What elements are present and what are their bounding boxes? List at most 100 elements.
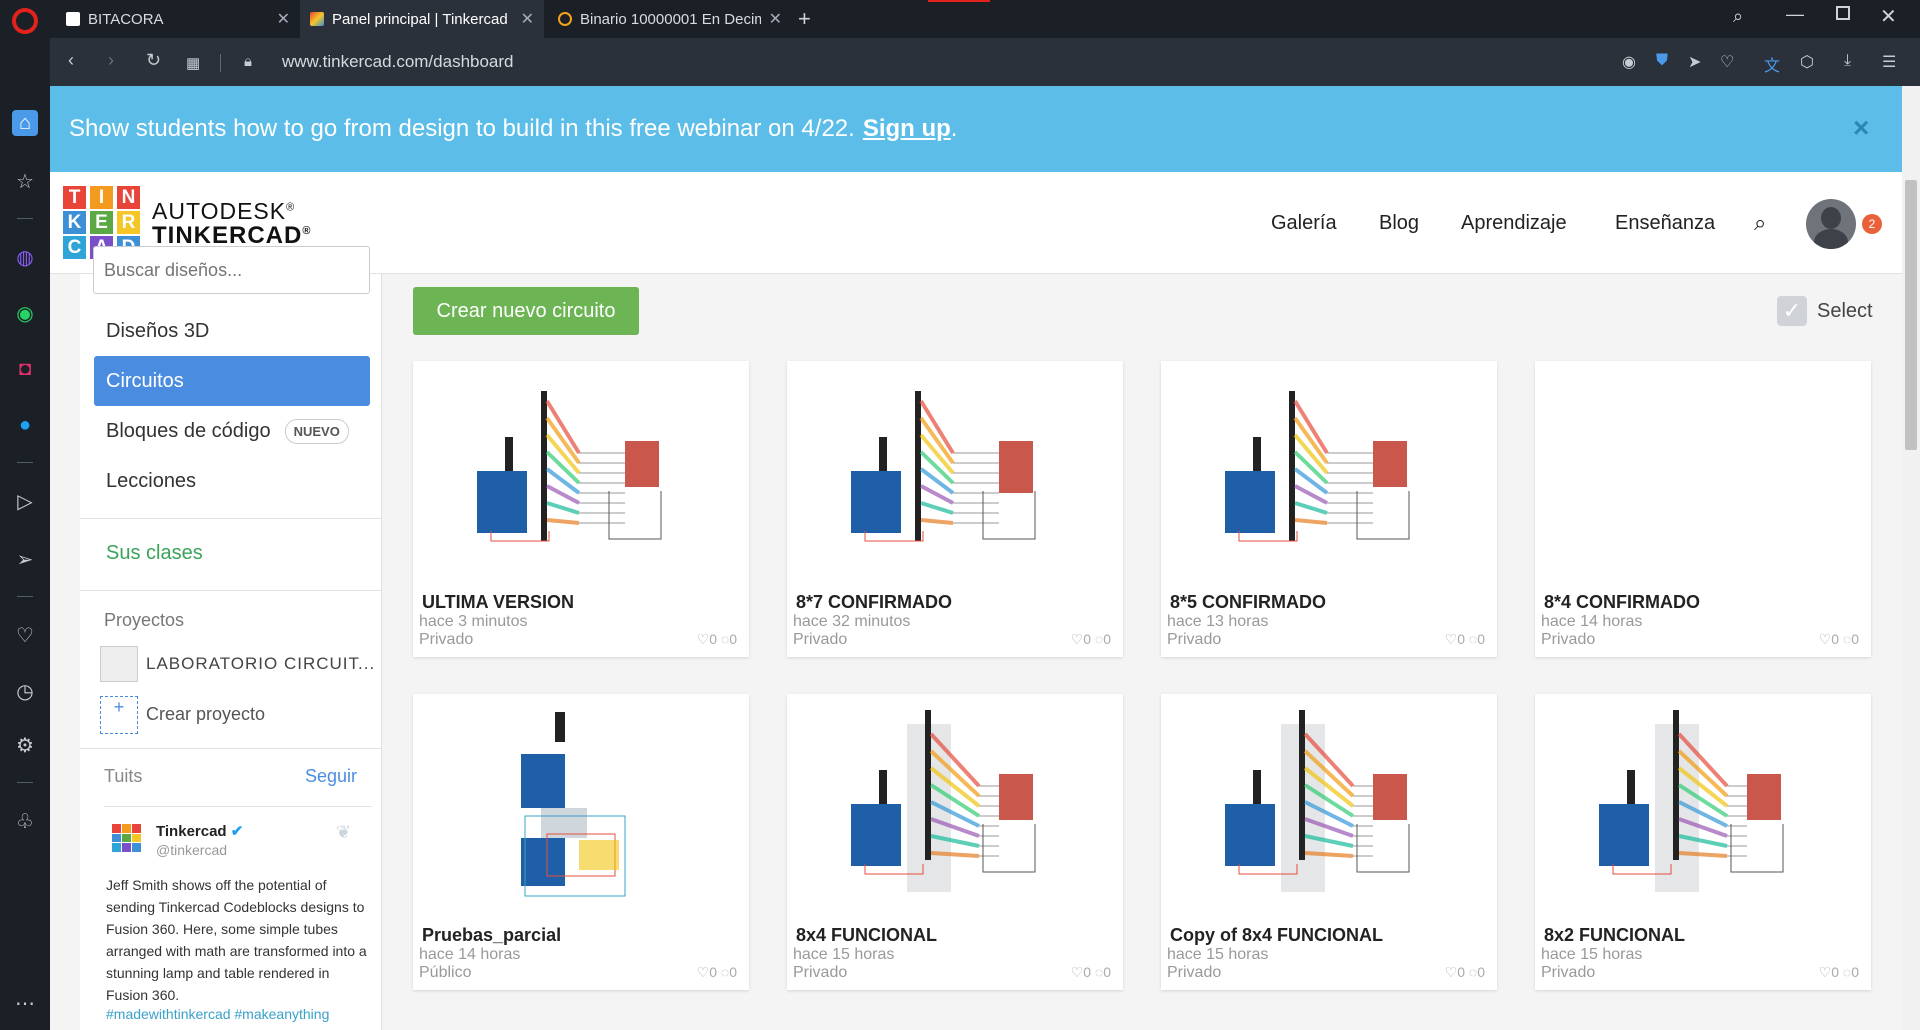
- design-card[interactable]: 8x2 FUNCIONAL hace 15 horas Privado ♡0 ◌0: [1535, 694, 1871, 990]
- notification-badge[interactable]: 2: [1862, 214, 1882, 234]
- checkbox-icon[interactable]: ✓: [1777, 296, 1807, 326]
- speed-dial-icon[interactable]: ☆: [12, 168, 38, 194]
- heart-icon[interactable]: ♡: [1071, 631, 1084, 647]
- card-title[interactable]: 8*5 CONFIRMADO: [1170, 592, 1326, 613]
- heart-icon[interactable]: ♡: [1071, 964, 1084, 980]
- tweet-hashtags[interactable]: #madewithtinkercad #makeanything: [106, 1006, 368, 1022]
- design-card[interactable]: 8*7 CONFIRMADO hace 32 minutos Privado ♡0 ◌…: [787, 361, 1123, 657]
- sidebar-item-codeblocks[interactable]: Bloques de código NUEVO: [94, 406, 370, 456]
- heart-icon[interactable]: ♡: [1720, 52, 1734, 72]
- flow-icon[interactable]: ➢: [12, 546, 38, 572]
- comment-icon[interactable]: ◌: [1843, 964, 1851, 980]
- tinkercad-avatar-icon[interactable]: [112, 824, 141, 852]
- heart-icon[interactable]: ♡: [1445, 964, 1458, 980]
- heart-icon[interactable]: ♡: [1819, 964, 1832, 980]
- close-tab-icon[interactable]: ✕: [521, 9, 534, 29]
- card-title[interactable]: 8x4 FUNCIONAL: [796, 925, 937, 946]
- reload-icon[interactable]: ↻: [146, 50, 161, 71]
- create-circuit-button[interactable]: Crear nuevo circuito: [413, 287, 639, 335]
- heart-icon[interactable]: ♡: [697, 631, 710, 647]
- minimize-icon[interactable]: —: [1786, 4, 1804, 25]
- comment-icon[interactable]: ◌: [721, 631, 729, 647]
- sidebar-item-circuits[interactable]: Circuitos: [94, 356, 370, 406]
- vpn-shield-icon[interactable]: ⛊: [1656, 52, 1668, 70]
- back-icon[interactable]: ‹: [68, 50, 74, 71]
- nav-aprendizaje[interactable]: Aprendizaje: [1461, 212, 1567, 235]
- box-icon[interactable]: ⬡: [1800, 52, 1814, 72]
- restore-icon[interactable]: [1836, 6, 1850, 20]
- card-title[interactable]: 8x2 FUNCIONAL: [1544, 925, 1685, 946]
- follow-link[interactable]: Seguir: [305, 766, 357, 787]
- tab-tinkercad[interactable]: Panel principal | Tinkercad ✕: [300, 0, 544, 38]
- search-tabs-icon[interactable]: ⌕: [1733, 6, 1743, 27]
- search-icon[interactable]: ⌕: [1754, 210, 1766, 236]
- search-designs-input[interactable]: [93, 246, 370, 294]
- card-title[interactable]: Pruebas_parcial: [422, 925, 561, 946]
- more-icon[interactable]: ⋯: [12, 990, 38, 1016]
- lightbulb-icon[interactable]: ♧: [12, 808, 38, 834]
- heart-icon[interactable]: ♡: [697, 964, 710, 980]
- whatsapp-icon[interactable]: ◉: [12, 300, 38, 326]
- sign-up-link[interactable]: Sign up: [863, 115, 951, 143]
- close-window-icon[interactable]: ✕: [1880, 4, 1897, 29]
- close-tab-icon[interactable]: ✕: [277, 9, 290, 29]
- circuit-thumbnail[interactable]: [1177, 371, 1481, 571]
- twitter-bird-icon[interactable]: ❦: [336, 822, 351, 843]
- close-tab-icon[interactable]: ✕: [769, 9, 782, 29]
- card-title[interactable]: Copy of 8x4 FUNCIONAL: [1170, 925, 1383, 946]
- banner-close-icon[interactable]: ×: [1853, 112, 1869, 144]
- design-card[interactable]: ULTIMA VERSION hace 3 minutos Privado ♡0 ◌0: [413, 361, 749, 657]
- comment-icon[interactable]: ◌: [721, 964, 729, 980]
- nav-blog[interactable]: Blog: [1379, 212, 1419, 235]
- messenger-icon[interactable]: ◍: [12, 244, 38, 270]
- design-card[interactable]: Copy of 8x4 FUNCIONAL hace 15 horas Privad…: [1161, 694, 1497, 990]
- download-icon[interactable]: ⤓: [1844, 52, 1851, 70]
- url-field[interactable]: www.tinkercad.com/dashboard: [282, 52, 514, 72]
- twitter-icon[interactable]: ●: [12, 412, 38, 438]
- heart-icon[interactable]: ♡: [1819, 631, 1832, 647]
- home-icon[interactable]: ⌂: [12, 110, 38, 136]
- card-title[interactable]: ULTIMA VERSION: [422, 592, 574, 613]
- history-icon[interactable]: ◷: [12, 678, 38, 704]
- translate-icon[interactable]: 文: [1764, 52, 1780, 76]
- sidebar-item-classes[interactable]: Sus clases: [94, 528, 370, 578]
- project-name[interactable]: LABORATORIO CIRCUIT...: [146, 654, 375, 674]
- comment-icon[interactable]: ◌: [1843, 631, 1851, 647]
- send-icon[interactable]: ➤: [1688, 52, 1701, 72]
- heart-icon[interactable]: ♡: [1445, 631, 1458, 647]
- comment-icon[interactable]: ◌: [1095, 964, 1103, 980]
- opera-logo-icon[interactable]: [12, 8, 38, 34]
- design-card[interactable]: 8*5 CONFIRMADO hace 13 horas Privado ♡0 ◌0: [1161, 361, 1497, 657]
- circuit-thumbnail[interactable]: [1551, 704, 1855, 904]
- comment-icon[interactable]: ◌: [1469, 964, 1477, 980]
- card-title[interactable]: 8*4 CONFIRMADO: [1544, 592, 1700, 613]
- comment-icon[interactable]: ◌: [1469, 631, 1477, 647]
- sidebar-item-lessons[interactable]: Lecciones: [94, 456, 370, 506]
- circuit-thumbnail[interactable]: [803, 371, 1107, 571]
- tweet-author[interactable]: Tinkercad ✔: [156, 822, 243, 840]
- camera-icon[interactable]: ◉: [1622, 52, 1636, 72]
- nav-galeria[interactable]: Galería: [1271, 212, 1337, 235]
- bookmarks-heart-icon[interactable]: ♡: [12, 622, 38, 648]
- card-title[interactable]: 8*7 CONFIRMADO: [796, 592, 952, 613]
- design-card[interactable]: 8*4 CONFIRMADO hace 14 horas Privado ♡0 ◌0: [1535, 361, 1871, 657]
- sidebar-item-designs-3d[interactable]: Diseños 3D: [94, 306, 370, 356]
- add-project-icon[interactable]: +: [100, 696, 138, 734]
- nav-ensenanza[interactable]: Enseñanza: [1615, 212, 1715, 235]
- circuit-thumbnail[interactable]: [429, 704, 733, 904]
- design-card[interactable]: 8x4 FUNCIONAL hace 15 horas Privado ♡0 ◌0: [787, 694, 1123, 990]
- project-thumbnail[interactable]: [100, 646, 138, 682]
- tab-bitacora[interactable]: BITACORA ✕: [56, 0, 300, 38]
- circuit-thumbnail[interactable]: [429, 371, 733, 571]
- new-tab-icon[interactable]: +: [798, 6, 811, 32]
- tab-binario[interactable]: Binario 10000001 En Decim ✕: [548, 0, 792, 38]
- scrollbar-thumb[interactable]: [1905, 180, 1917, 450]
- settings-menu-icon[interactable]: ☰: [1882, 52, 1896, 72]
- create-project-link[interactable]: Crear proyecto: [146, 704, 265, 725]
- instagram-icon[interactable]: ◘: [12, 356, 38, 382]
- player-icon[interactable]: ▷: [12, 488, 38, 514]
- select-toggle[interactable]: ✓ Select: [1777, 296, 1873, 326]
- design-card[interactable]: Pruebas_parcial hace 14 horas Público ♡0 ◌0: [413, 694, 749, 990]
- avatar[interactable]: [1806, 199, 1856, 249]
- comment-icon[interactable]: ◌: [1095, 631, 1103, 647]
